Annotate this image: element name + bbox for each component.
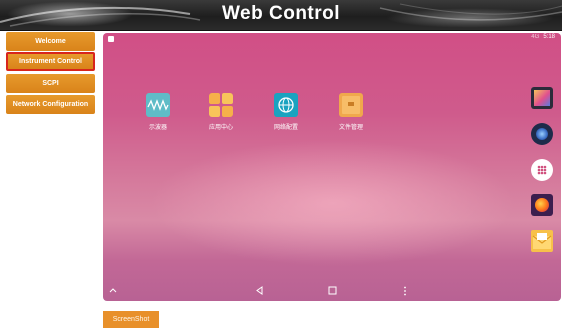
notification-icon	[108, 36, 114, 42]
sidebar-item-welcome[interactable]: Welcome	[6, 32, 95, 51]
network-indicator: 4G	[531, 34, 540, 40]
app-center-icon	[209, 93, 233, 117]
remote-screen[interactable]: 4G 5:18 示波器 应用中心 网络配置 文件管理	[103, 33, 561, 301]
sidebar-item-scpi[interactable]: SCPI	[6, 74, 95, 93]
network-config-icon	[274, 93, 298, 117]
back-icon[interactable]	[255, 286, 264, 295]
firefox-icon[interactable]	[531, 194, 553, 216]
oscilloscope-app-icon	[146, 93, 170, 117]
app-label: 网络配置	[273, 125, 298, 131]
app-label: 示波器	[148, 125, 167, 131]
app-label: 应用中心	[208, 125, 233, 131]
gallery-icon[interactable]	[531, 87, 553, 109]
app-oscilloscope[interactable]: 示波器	[128, 93, 188, 131]
status-time: 5:18	[543, 34, 555, 40]
home-icon[interactable]	[328, 286, 337, 295]
email-icon[interactable]	[531, 230, 553, 252]
file-manager-icon	[339, 93, 363, 117]
page-title: Web Control	[221, 3, 341, 24]
app-file-manager[interactable]: 文件管理	[321, 93, 381, 131]
app-label: 文件管理	[338, 125, 363, 131]
sidebar-item-network-configuration[interactable]: Network Configuration	[6, 95, 95, 114]
music-icon[interactable]	[531, 123, 553, 145]
app-app-center[interactable]: 应用中心	[191, 93, 251, 131]
header-banner: Web Control	[0, 0, 562, 31]
screenshot-button[interactable]: ScreenShot	[103, 311, 159, 328]
app-network-config[interactable]: 网络配置	[256, 93, 316, 131]
app-drawer-icon[interactable]	[531, 159, 553, 181]
menu-dots-icon[interactable]	[403, 286, 407, 296]
sidebar-item-instrument-control[interactable]: Instrument Control	[6, 52, 95, 71]
status-bar: 4G 5:18	[103, 33, 561, 43]
chevron-up-icon[interactable]	[109, 287, 117, 293]
